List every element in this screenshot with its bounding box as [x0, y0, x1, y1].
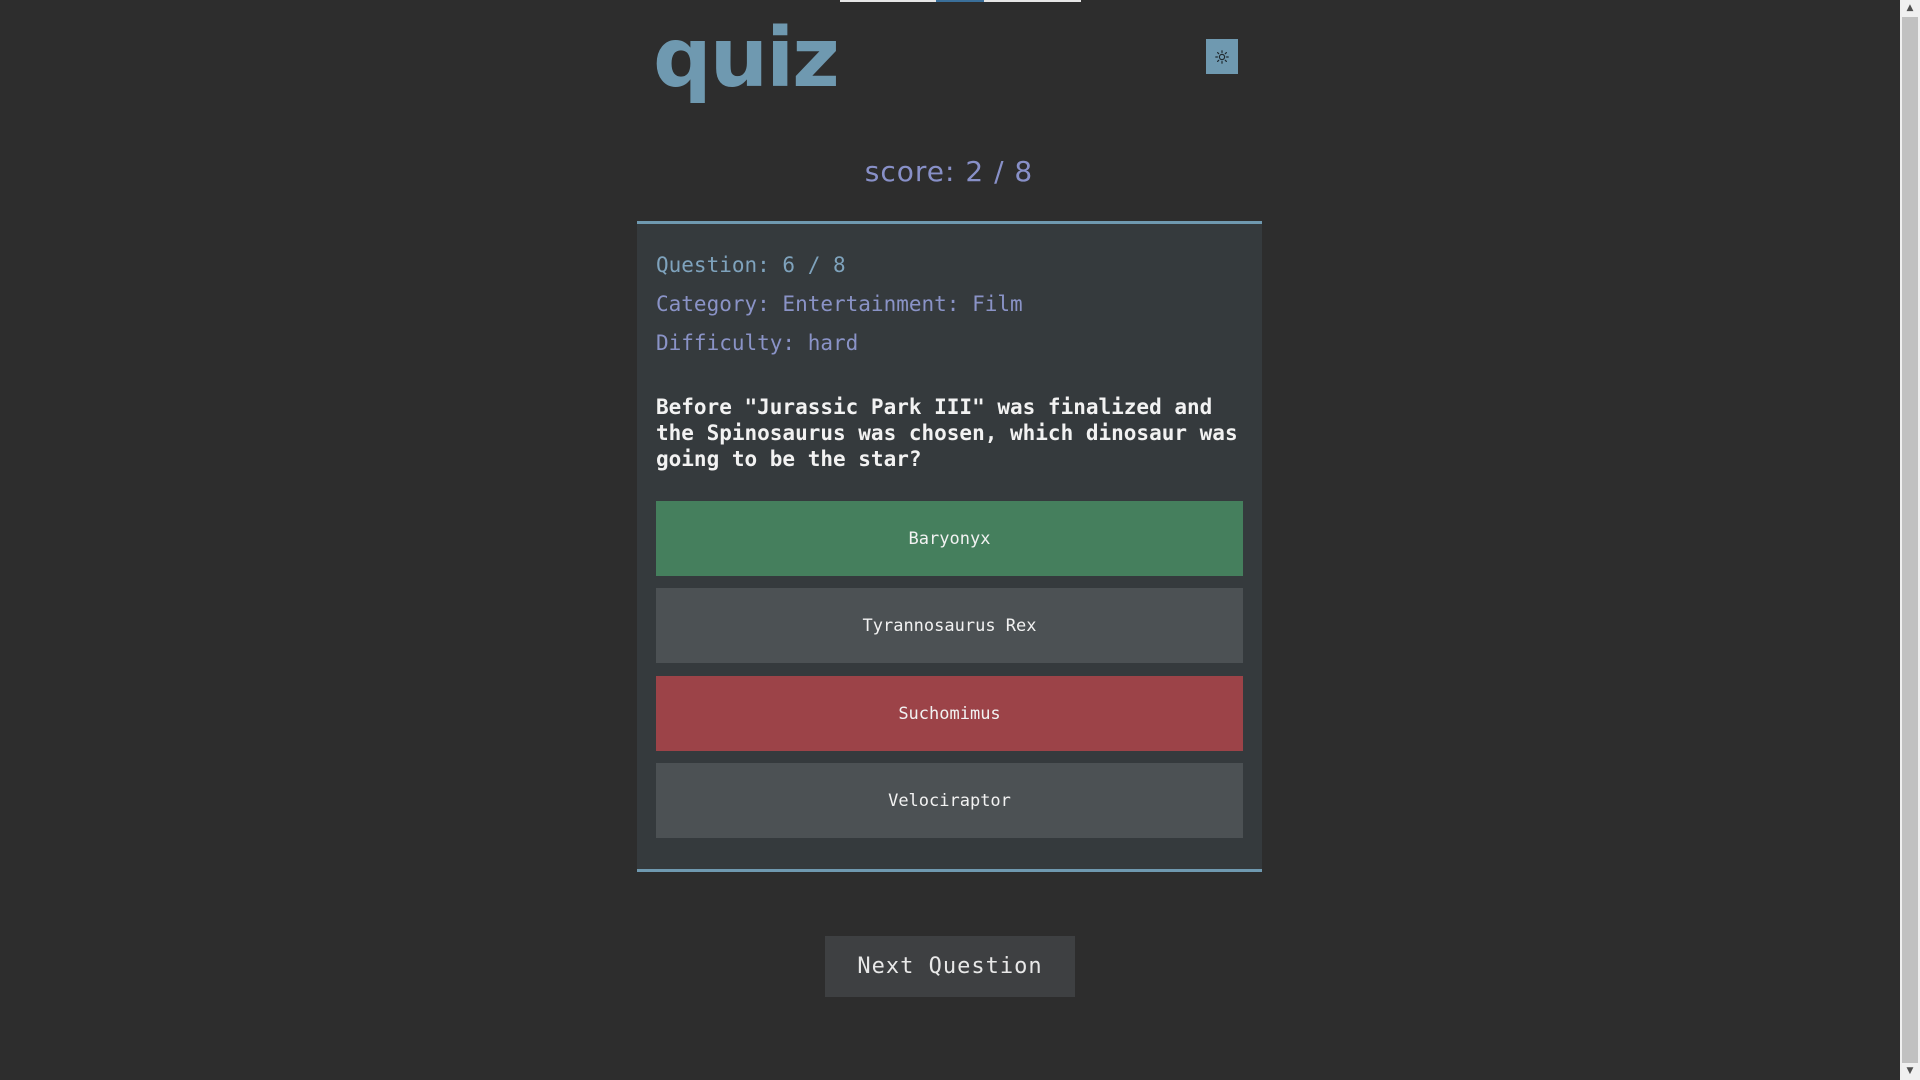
question-card: Question: 6 / 8 Category: Entertainment:…	[637, 221, 1262, 872]
next-question-button[interactable]: Next Question	[825, 936, 1075, 997]
top-progress-strip	[840, 0, 1081, 2]
scroll-up-arrow-icon[interactable]: ▲	[1900, 0, 1920, 17]
scrollbar-thumb[interactable]	[1902, 17, 1918, 1063]
answer-option-velociraptor[interactable]: Velociraptor	[656, 763, 1243, 838]
answer-option-tyrannosaurus-rex[interactable]: Tyrannosaurus Rex	[656, 588, 1243, 663]
question-category: Category: Entertainment: Film	[656, 292, 1023, 316]
top-progress-active-segment	[936, 0, 984, 2]
scroll-down-arrow-icon[interactable]: ▼	[1900, 1063, 1920, 1080]
sun-icon	[1215, 49, 1229, 64]
score-display: score: 2 / 8	[864, 155, 1034, 188]
question-number: Question: 6 / 8	[656, 253, 846, 277]
question-text: Before "Jurassic Park III" was finalized…	[656, 395, 1238, 471]
app-logo: quiz	[653, 11, 840, 106]
question-difficulty: Difficulty: hard	[656, 331, 859, 355]
theme-toggle-button[interactable]	[1206, 39, 1238, 74]
vertical-scrollbar[interactable]: ▲ ▼	[1900, 0, 1920, 1080]
answer-option-baryonyx[interactable]: Baryonyx	[656, 501, 1243, 576]
answer-option-suchomimus[interactable]: Suchomimus	[656, 676, 1243, 751]
